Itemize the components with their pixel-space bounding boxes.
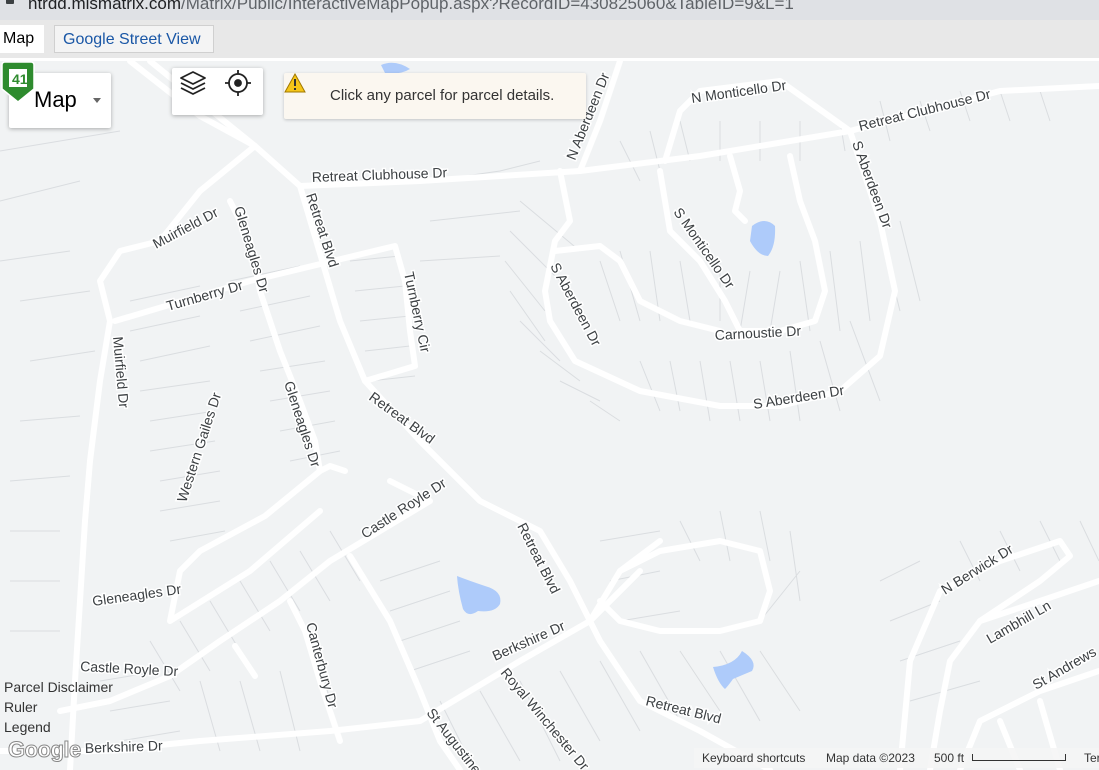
tab-map[interactable]: Map	[0, 25, 44, 53]
svg-text:41: 41	[12, 71, 28, 87]
google-logo[interactable]: Google	[8, 737, 82, 763]
parcel-notice-text: Click any parcel for parcel details.	[330, 87, 555, 104]
street-label-s-aberdeen-2: S Aberdeen Dr	[849, 139, 896, 231]
terms-link[interactable]: Terms	[1084, 751, 1099, 765]
street-labels: Retreat Clubhouse Dr Retreat Clubhouse D…	[78, 68, 1099, 770]
url-text[interactable]: ntrdd.mlsmatrix.com/Matrix/Public/Intera…	[28, 0, 794, 14]
street-label-lambhill: Lambhill Ln	[984, 597, 1054, 647]
caret-down-icon	[93, 98, 101, 103]
street-label-retreat-clubhouse-2: Retreat Clubhouse Dr	[857, 86, 993, 134]
street-label-s-monticello: S Monticello Dr	[671, 205, 739, 292]
scale-label[interactable]: 500 ft	[934, 751, 964, 765]
street-label-muirfield-2: Muirfield Dr	[110, 336, 132, 409]
scale-bar[interactable]	[972, 754, 1066, 761]
map-attribution-bar: Keyboard shortcuts Map data ©2023 500 ft…	[694, 748, 1099, 768]
url-domain: ntrdd.mlsmatrix.com	[28, 0, 182, 13]
map-tab-bar: Map Google Street View	[0, 20, 1099, 61]
street-label-n-berwick: N Berwick Dr	[938, 541, 1016, 598]
browser-address-bar[interactable]: ntrdd.mlsmatrix.com/Matrix/Public/Intera…	[0, 0, 1099, 20]
site-info-icon[interactable]	[6, 0, 14, 4]
keyboard-shortcuts-link[interactable]: Keyboard shortcuts	[702, 751, 805, 765]
parcel-disclaimer-link[interactable]: Parcel Disclaimer	[4, 677, 113, 697]
street-label-n-monticello: N Monticello Dr	[690, 77, 787, 106]
map-data-credit: Map data ©2023	[826, 751, 915, 765]
street-label-berkshire-2: Berkshire Dr	[85, 737, 164, 756]
tab-google-street-view[interactable]: Google Street View	[54, 25, 214, 53]
map-side-links: Parcel Disclaimer Ruler Legend	[4, 677, 113, 737]
street-label-turnberry-dr: Turnberry Dr	[164, 277, 245, 314]
crosshair-icon[interactable]	[223, 68, 253, 98]
street-label-retreat-blvd-2: Retreat Blvd	[366, 388, 438, 446]
warning-icon	[284, 73, 306, 93]
map-graphics: Retreat Clubhouse Dr Retreat Clubhouse D…	[0, 61, 1099, 770]
street-label-western-gailes: Western Gailes Dr	[174, 390, 225, 504]
parcel-notice: Click any parcel for parcel details.	[284, 73, 586, 119]
map-canvas[interactable]: Retreat Clubhouse Dr Retreat Clubhouse D…	[0, 61, 1099, 770]
street-label-st-augustine: St Augustine Dr	[424, 705, 497, 770]
legend-link[interactable]: Legend	[4, 717, 113, 737]
ruler-link[interactable]: Ruler	[4, 697, 113, 717]
property-marker-icon[interactable]: 41	[0, 61, 36, 103]
street-label-gleneagles-3: Gleneagles Dr	[91, 581, 182, 609]
street-label-s-aberdeen-3: S Aberdeen Dr	[752, 382, 846, 412]
map-tools	[172, 68, 263, 115]
url-path: /Matrix/Public/InteractiveMapPopup.aspx?…	[181, 0, 794, 13]
street-label-royal-winchester: Royal Winchester Dr	[498, 665, 593, 770]
layers-icon[interactable]	[178, 68, 208, 98]
map-type-label: Map	[34, 87, 77, 112]
parcel-grid	[0, 90, 1099, 762]
street-label-castle-royle-2: Castle Royle Dr	[80, 658, 179, 679]
street-label-carnoustie: Carnoustie Dr	[714, 322, 801, 343]
